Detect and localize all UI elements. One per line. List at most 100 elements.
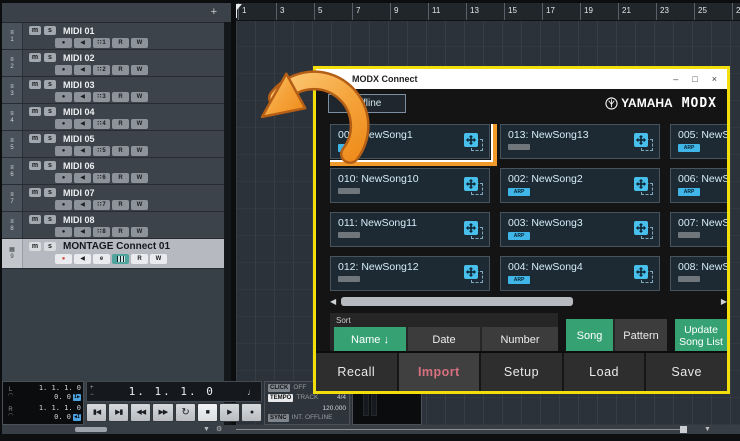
solo-button[interactable]: s: [44, 242, 56, 251]
record-enable-button[interactable]: ●: [55, 200, 72, 210]
song-tile[interactable]: 012: NewSong12: [330, 256, 490, 291]
punch-out-icon[interactable]: ◀I: [73, 414, 81, 421]
channel-button[interactable]: ∷ 8: [93, 227, 110, 237]
solo-button[interactable]: s: [44, 134, 56, 143]
monitor-button[interactable]: ◀: [74, 119, 91, 129]
track-row[interactable]: ≡ 2 m s MIDI 02 ● ◀ ∷ 2 R: [2, 50, 231, 77]
song-tile[interactable]: 006: NewSong6 ARP: [670, 168, 727, 203]
write-automation-button[interactable]: W: [150, 254, 167, 264]
read-automation-button[interactable]: R: [112, 65, 129, 75]
read-automation-button[interactable]: R: [112, 227, 129, 237]
write-automation-button[interactable]: W: [131, 65, 148, 75]
transfer-song-icon[interactable]: [464, 177, 483, 195]
go-to-end-button[interactable]: ▶▮: [108, 403, 129, 422]
solo-button[interactable]: s: [44, 107, 56, 116]
solo-button[interactable]: s: [44, 215, 56, 224]
mute-button[interactable]: m: [29, 188, 41, 197]
pattern-mode-button[interactable]: Pattern: [613, 319, 667, 352]
song-tile[interactable]: 008: NewSong8: [670, 256, 727, 291]
offline-button[interactable]: Offline: [328, 94, 406, 113]
channel-button[interactable]: ∷ 4: [93, 119, 110, 129]
forward-button[interactable]: ▶▶: [152, 403, 173, 422]
write-automation-button[interactable]: W: [131, 227, 148, 237]
mute-button[interactable]: m: [29, 26, 41, 35]
solo-button[interactable]: s: [44, 53, 56, 62]
mute-button[interactable]: m: [29, 107, 41, 116]
sort-by-number-button[interactable]: Number: [482, 327, 558, 352]
read-automation-button[interactable]: R: [112, 173, 129, 183]
track-list-scrollbar[interactable]: [224, 22, 231, 425]
tab-save[interactable]: Save: [646, 353, 727, 391]
monitor-button[interactable]: ◀: [74, 65, 91, 75]
dialog-titlebar[interactable]: MODX Connect – □ ×: [316, 69, 727, 89]
position-increment-button[interactable]: +: [90, 385, 94, 392]
transfer-song-icon[interactable]: [634, 221, 653, 239]
chevron-down-icon[interactable]: ▼: [203, 426, 210, 433]
read-automation-button[interactable]: R: [112, 119, 129, 129]
go-to-start-button[interactable]: ▮◀: [86, 403, 107, 422]
song-mode-button[interactable]: Song: [566, 319, 613, 352]
minimize-button[interactable]: –: [673, 75, 678, 84]
tab-import[interactable]: Import: [399, 353, 480, 391]
transfer-song-icon[interactable]: [464, 133, 483, 151]
track-row[interactable]: ≡ 3 m s MIDI 03 ● ◀ ∷ 3 R: [2, 77, 231, 104]
song-tile[interactable]: 010: NewSong10: [330, 168, 490, 203]
monitor-button[interactable]: ◀: [74, 38, 91, 48]
play-button[interactable]: ▶: [219, 403, 240, 422]
tab-setup[interactable]: Setup: [481, 353, 562, 391]
sync-toggle[interactable]: SYNC: [268, 414, 289, 422]
track-row[interactable]: ≡ 6 m s MIDI 06 ● ◀ ∷ 6 R: [2, 158, 231, 185]
channel-button[interactable]: ∷ 7: [93, 200, 110, 210]
close-button[interactable]: ×: [712, 75, 717, 84]
sort-by-date-button[interactable]: Date: [408, 327, 482, 352]
record-enable-button[interactable]: ●: [55, 38, 72, 48]
solo-button[interactable]: s: [44, 188, 56, 197]
read-automation-button[interactable]: R: [131, 254, 148, 264]
record-enable-button[interactable]: ●: [55, 65, 72, 75]
transfer-song-icon[interactable]: [464, 265, 483, 283]
gear-icon[interactable]: ⚙: [216, 426, 222, 433]
song-tile[interactable]: 013: NewSong13: [500, 124, 660, 159]
record-enable-button[interactable]: ●: [55, 92, 72, 102]
read-automation-button[interactable]: R: [112, 38, 129, 48]
project-start-marker[interactable]: [236, 4, 243, 18]
song-tile[interactable]: 002: NewSong2 ARP: [500, 168, 660, 203]
record-enable-button[interactable]: ●: [55, 119, 72, 129]
song-tile[interactable]: 003: NewSong3 ARP: [500, 212, 660, 247]
song-tile[interactable]: 005: NewSong5 ARP: [670, 124, 727, 159]
cycle-button[interactable]: ↻: [175, 403, 196, 422]
solo-button[interactable]: s: [44, 80, 56, 89]
mute-button[interactable]: m: [29, 215, 41, 224]
solo-button[interactable]: s: [44, 161, 56, 170]
monitor-button[interactable]: ◀: [74, 173, 91, 183]
channel-button[interactable]: ∷ 5: [93, 146, 110, 156]
monitor-button[interactable]: ◀: [74, 254, 91, 264]
monitor-button[interactable]: ◀: [74, 146, 91, 156]
transfer-song-icon[interactable]: [634, 265, 653, 283]
mute-button[interactable]: m: [29, 53, 41, 62]
scroll-right-icon[interactable]: ▶: [721, 298, 727, 306]
track-row[interactable]: ≡ 5 m s MIDI 05 ● ◀ ∷ 5 R: [2, 131, 231, 158]
channel-button[interactable]: ∷ 3: [93, 92, 110, 102]
add-track-button[interactable]: +: [211, 7, 217, 18]
maximize-button[interactable]: □: [692, 75, 697, 84]
edit-instrument-button[interactable]: e: [93, 254, 110, 264]
song-tile[interactable]: 011: NewSong11: [330, 212, 490, 247]
channel-button[interactable]: ∷ 6: [93, 173, 110, 183]
track-row-montage-connect[interactable]: ▦ 9 m s MONTAGE Connect 01 ● ◀ e R W: [2, 239, 231, 269]
write-automation-button[interactable]: W: [131, 92, 148, 102]
mute-button[interactable]: m: [29, 242, 41, 251]
write-automation-button[interactable]: W: [131, 146, 148, 156]
monitor-button[interactable]: ◀: [74, 227, 91, 237]
record-enable-button[interactable]: ●: [55, 173, 72, 183]
transfer-song-icon[interactable]: [634, 177, 653, 195]
click-toggle[interactable]: CLICK: [268, 384, 290, 392]
write-automation-button[interactable]: W: [131, 38, 148, 48]
tempo-toggle[interactable]: TEMPO: [268, 394, 293, 402]
instrument-icon[interactable]: [112, 254, 129, 264]
timeline-ruler[interactable]: 13579111315171921232527: [236, 3, 740, 21]
channel-button[interactable]: ∷ 1: [93, 38, 110, 48]
update-song-list-button[interactable]: Update Song List: [675, 319, 727, 352]
write-automation-button[interactable]: W: [131, 119, 148, 129]
write-automation-button[interactable]: W: [131, 200, 148, 210]
